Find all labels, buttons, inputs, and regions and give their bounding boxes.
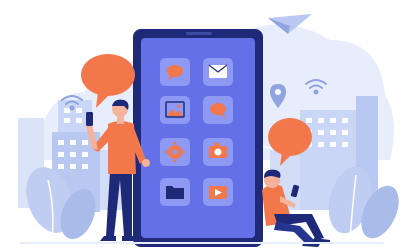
smartphone [133,29,263,247]
ground [20,242,384,244]
video-icon [209,186,227,199]
illustration-scene [0,0,404,248]
mail-icon [208,64,228,78]
